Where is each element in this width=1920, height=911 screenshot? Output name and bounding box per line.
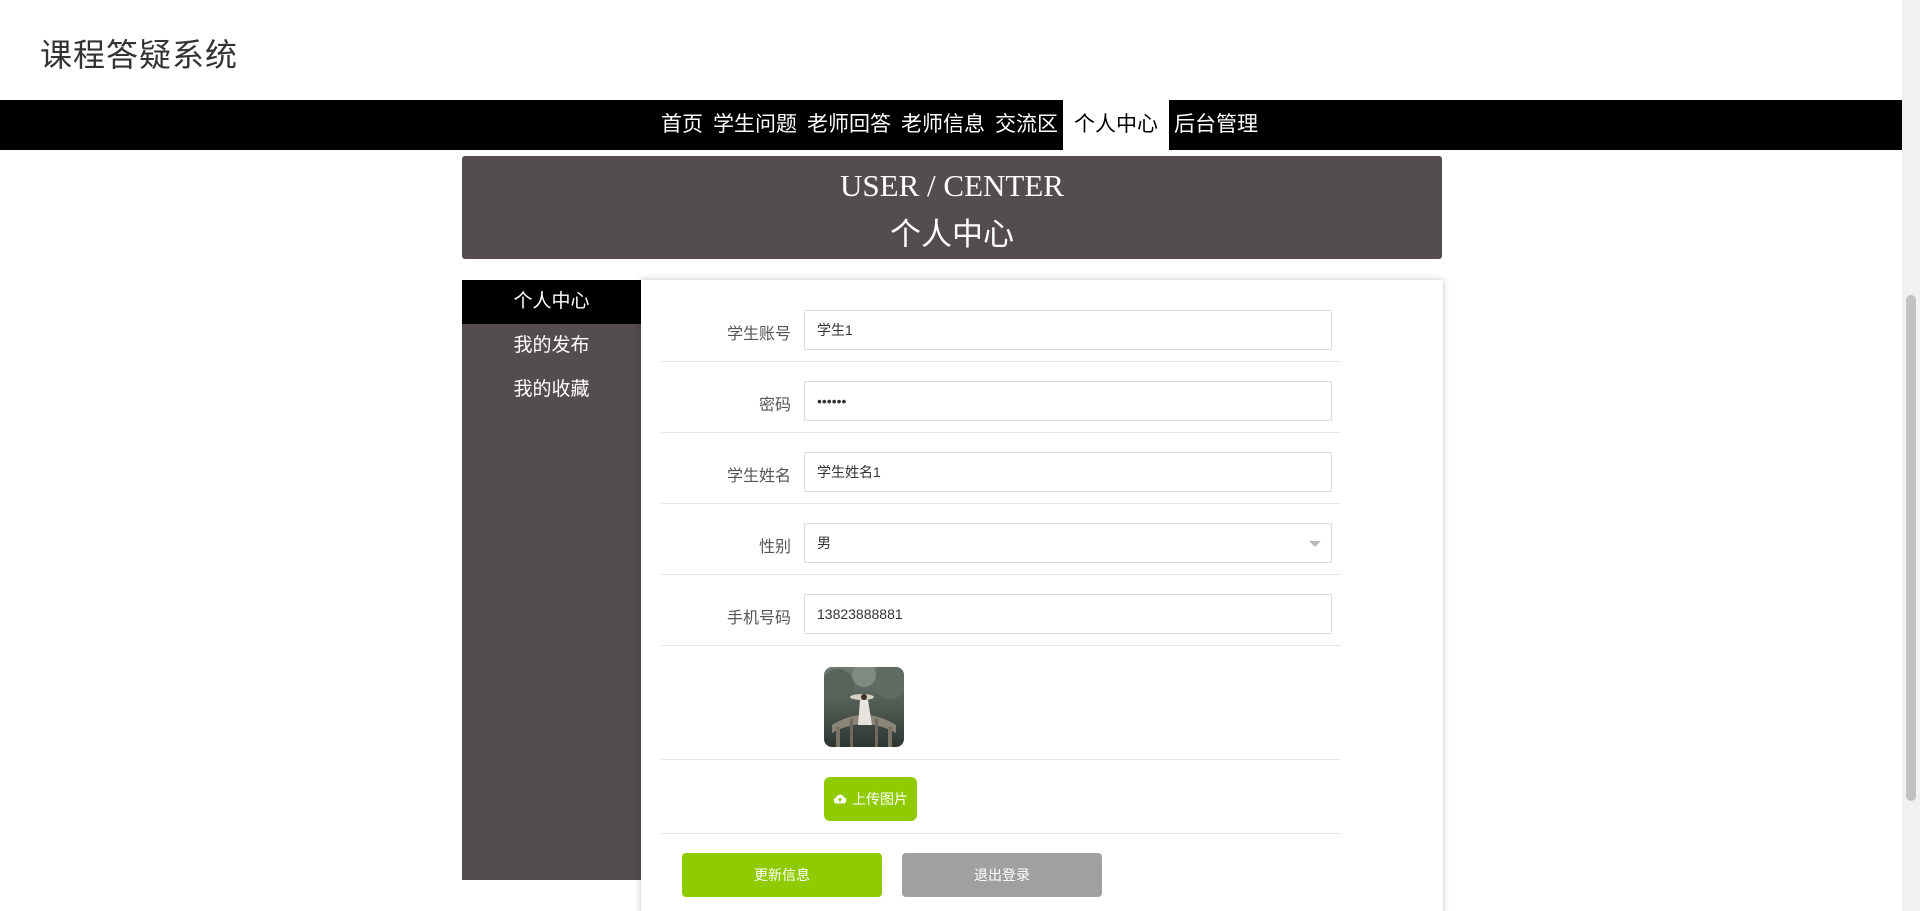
site-header: 课程答疑系统	[0, 0, 1902, 100]
update-info-button[interactable]: 更新信息	[682, 853, 882, 897]
upload-image-button[interactable]: 上传图片	[824, 777, 917, 821]
account-input[interactable]: 学生1	[804, 310, 1332, 350]
gender-select-value: 男	[817, 535, 831, 551]
nav-item-home[interactable]: 首页	[656, 100, 708, 150]
form-row-phone: 手机号码 13823888881	[661, 575, 1341, 646]
logout-button[interactable]: 退出登录	[902, 853, 1102, 897]
sidebar-item-my-posts[interactable]: 我的发布	[462, 324, 641, 368]
nav-item-user-center[interactable]: 个人中心	[1063, 100, 1169, 150]
gender-label: 性别	[758, 539, 791, 556]
nav-item-admin[interactable]: 后台管理	[1169, 100, 1263, 150]
sidebar-item-my-favorites[interactable]: 我的收藏	[462, 368, 641, 412]
page-banner: USER / CENTER 个人中心	[462, 156, 1442, 259]
banner-title-en: USER / CENTER	[840, 168, 1064, 203]
password-label: 密码	[758, 397, 791, 414]
phone-input[interactable]: 13823888881	[804, 594, 1332, 634]
form-row-name: 学生姓名 学生姓名1	[661, 433, 1341, 504]
profile-form: 学生账号 学生1 密码 •••••• 学生姓名 学生姓名1 性别 男 手机号码 …	[641, 280, 1443, 911]
sidebar-item-user-center[interactable]: 个人中心	[462, 280, 641, 324]
phone-label: 手机号码	[726, 610, 791, 627]
account-label: 学生账号	[726, 326, 791, 343]
gender-select[interactable]: 男	[804, 523, 1332, 563]
avatar	[824, 667, 904, 747]
password-input[interactable]: ••••••	[804, 381, 1332, 421]
nav-item-forum[interactable]: 交流区	[990, 100, 1063, 150]
name-label: 学生姓名	[726, 468, 791, 485]
nav-item-teacher-info[interactable]: 老师信息	[896, 100, 990, 150]
banner-title-cn: 个人中心	[890, 217, 1014, 252]
nav-item-teacher-answers[interactable]: 老师回答	[802, 100, 896, 150]
page-scrollbar[interactable]	[1902, 0, 1920, 911]
avatar-image	[824, 667, 904, 747]
scrollbar-thumb[interactable]	[1906, 295, 1916, 801]
site-title: 课程答疑系统	[40, 37, 239, 73]
form-row-upload: 上传图片	[661, 760, 1341, 834]
form-row-gender: 性别 男	[661, 504, 1341, 575]
upload-button-label: 上传图片	[852, 791, 908, 807]
sidebar: 个人中心 我的发布 我的收藏	[462, 280, 641, 880]
chevron-down-icon	[1309, 541, 1321, 547]
form-row-password: 密码 ••••••	[661, 362, 1341, 433]
form-row-avatar	[661, 646, 1341, 760]
form-row-account: 学生账号 学生1	[661, 310, 1341, 362]
main-nav: 首页 学生问题 老师回答 老师信息 交流区 个人中心 后台管理	[0, 100, 1902, 150]
nav-item-student-questions[interactable]: 学生问题	[708, 100, 802, 150]
cloud-upload-icon	[833, 794, 847, 804]
name-input[interactable]: 学生姓名1	[804, 452, 1332, 492]
